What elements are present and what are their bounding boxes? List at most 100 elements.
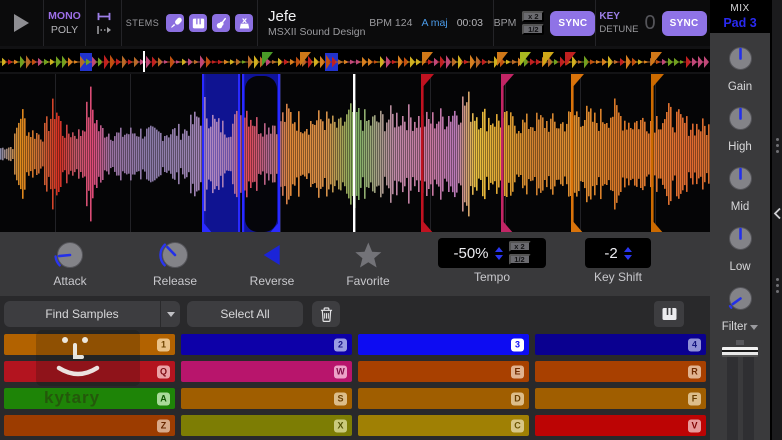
attack-knob[interactable]: [52, 238, 88, 272]
pad-key-badge: X: [334, 419, 347, 432]
track-time: 00:03: [457, 17, 483, 29]
find-samples-button[interactable]: Find Samples: [4, 301, 180, 327]
star-icon: [353, 241, 383, 269]
mix-title: MIX: [730, 3, 749, 14]
vocals-stem-button[interactable]: [166, 14, 184, 32]
sample-toolbar: Find Samples Select All: [0, 300, 710, 328]
low-control: Low: [724, 222, 757, 273]
pad-A[interactable]: A: [4, 388, 175, 409]
gain-knob[interactable]: [724, 42, 757, 80]
melody-stem-button[interactable]: [189, 14, 207, 32]
mix-sidebar: MIX Pad 3 Gain High Mid Low Filter: [710, 0, 770, 440]
delete-button[interactable]: [312, 301, 340, 327]
key-shift-decrement-icon[interactable]: [624, 255, 632, 260]
tempo-x2-button[interactable]: x 2: [509, 241, 531, 252]
find-samples-label: Find Samples: [4, 307, 160, 321]
poly-option[interactable]: POLY: [51, 24, 78, 36]
bpm-half-button[interactable]: 1/2: [522, 24, 544, 35]
pad-E[interactable]: E: [358, 361, 529, 382]
high-label: High: [728, 141, 752, 153]
play-button[interactable]: [0, 0, 44, 46]
pad-W[interactable]: W: [181, 361, 352, 382]
bpm-panel: BPM x 2 1/2 SYNC: [494, 0, 596, 46]
reverse-button[interactable]: [250, 238, 295, 272]
bass-stem-button[interactable]: [212, 14, 230, 32]
bpm-x2-button[interactable]: x 2: [522, 11, 544, 22]
mid-knob[interactable]: [724, 162, 757, 200]
pad-X[interactable]: X: [181, 415, 352, 436]
playback-mode-toggle[interactable]: [86, 0, 122, 46]
filter-knob[interactable]: [724, 282, 757, 320]
pad-S[interactable]: S: [181, 388, 352, 409]
chevron-down-icon: [750, 325, 758, 330]
low-knob[interactable]: [724, 222, 757, 260]
bpm-sync-button[interactable]: SYNC: [550, 11, 595, 36]
pad-key-badge: S: [334, 392, 347, 405]
pad-Q[interactable]: Q: [4, 361, 175, 382]
collapse-panel-button[interactable]: [773, 207, 782, 220]
key-shift-valuebox[interactable]: -2: [585, 238, 651, 268]
tempo-valuebox[interactable]: -50% x 2 1/2: [438, 238, 546, 268]
pad-F[interactable]: F: [535, 388, 706, 409]
voice-mode-toggle[interactable]: MONO POLY: [44, 0, 86, 46]
volume-fader[interactable]: [722, 340, 758, 440]
pad-V[interactable]: V: [535, 415, 706, 436]
drag-handle-dots-icon[interactable]: [776, 278, 779, 281]
attack-control: Attack: [52, 238, 88, 288]
pad-key-badge: W: [334, 365, 347, 378]
waveform-display[interactable]: [0, 72, 710, 232]
tempo-increment-icon[interactable]: [495, 247, 503, 252]
fader-handle[interactable]: [722, 347, 758, 357]
track-meta: BPM 124 A maj 00:03: [369, 17, 483, 29]
fader-track[interactable]: [724, 352, 756, 440]
tempo-half-button[interactable]: 1/2: [509, 254, 531, 265]
favorite-label: Favorite: [346, 274, 389, 288]
pad-key-badge: F: [688, 392, 701, 405]
key-shift-increment-icon[interactable]: [624, 247, 632, 252]
release-knob[interactable]: [153, 238, 197, 272]
fader-track-bar: [727, 352, 738, 440]
piano-icon: [661, 307, 678, 321]
favorite-button[interactable]: [346, 238, 389, 272]
tempo-multiplier: x 2 1/2: [509, 241, 531, 265]
drums-stem-button[interactable]: [235, 14, 253, 32]
chevron-down-icon: [167, 312, 175, 317]
detune-value: 0: [644, 12, 655, 35]
trash-icon: [320, 307, 333, 322]
low-label: Low: [729, 261, 750, 273]
pad-R[interactable]: R: [535, 361, 706, 382]
pad-1[interactable]: 1: [4, 334, 175, 355]
pad-Z[interactable]: Z: [4, 415, 175, 436]
high-control: High: [724, 102, 757, 153]
stems-label: STEMS: [126, 18, 160, 28]
pad-2[interactable]: 2: [181, 334, 352, 355]
keyboard-mode-button[interactable]: [654, 301, 684, 327]
drums-icon: [238, 17, 251, 30]
tempo-stepper[interactable]: [495, 247, 503, 260]
filter-dropdown[interactable]: Filter: [722, 321, 759, 333]
pad-key-badge: D: [511, 392, 524, 405]
pad-C[interactable]: C: [358, 415, 529, 436]
reverse-label: Reverse: [250, 274, 295, 288]
piano-icon: [192, 17, 205, 30]
select-all-button[interactable]: Select All: [187, 301, 303, 327]
gain-label: Gain: [728, 81, 752, 93]
high-knob[interactable]: [724, 102, 757, 140]
fader-track-bar: [743, 352, 754, 440]
pad-key-badge: 4: [688, 338, 701, 351]
drag-handle-dots-icon[interactable]: [776, 138, 779, 141]
pad-3[interactable]: 3: [358, 334, 529, 355]
release-control: Release: [153, 238, 197, 288]
mono-option[interactable]: MONO: [48, 10, 81, 22]
key-shift-label: Key Shift: [585, 270, 651, 284]
find-samples-dropdown[interactable]: [160, 301, 180, 327]
one-shot-icon[interactable]: [96, 25, 112, 35]
key-shift-stepper[interactable]: [624, 247, 632, 260]
waveform-overview[interactable]: [0, 46, 710, 72]
play-icon: [14, 14, 29, 32]
pad-D[interactable]: D: [358, 388, 529, 409]
trim-range-icon[interactable]: [96, 11, 112, 22]
key-sync-button[interactable]: SYNC: [662, 11, 707, 36]
pad-4[interactable]: 4: [535, 334, 706, 355]
tempo-decrement-icon[interactable]: [495, 255, 503, 260]
